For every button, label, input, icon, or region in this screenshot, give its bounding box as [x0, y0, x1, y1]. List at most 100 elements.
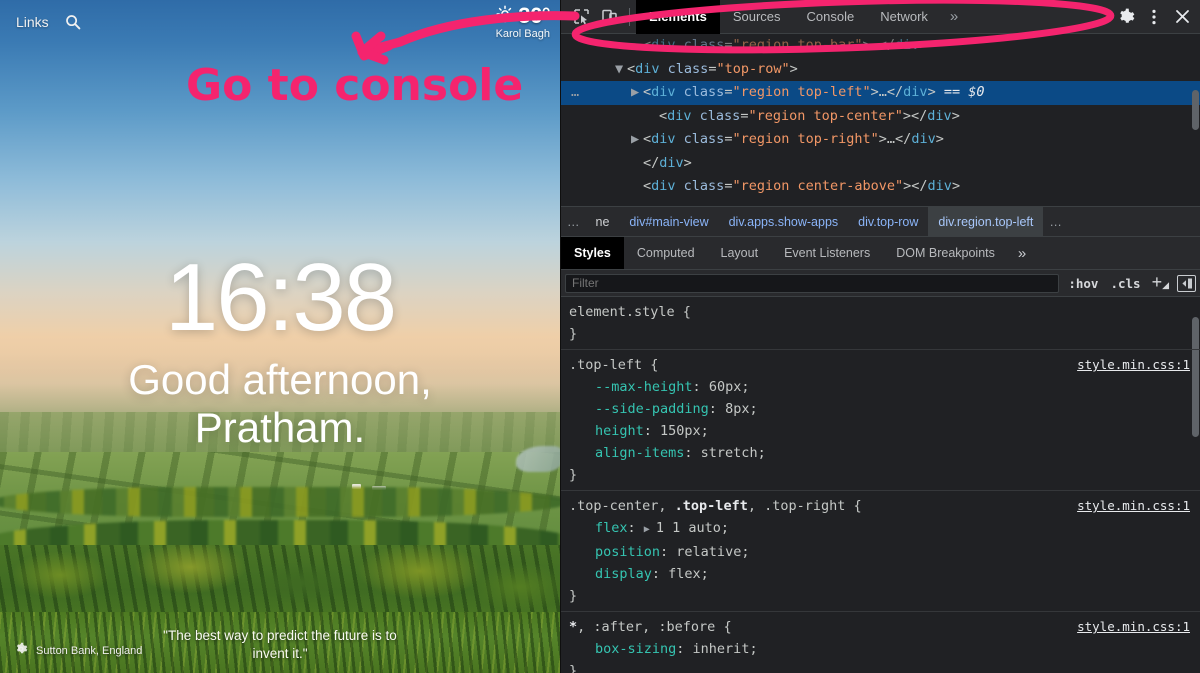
more-tabs-icon[interactable]: » [941, 8, 967, 25]
css-declaration[interactable]: --max-height: 60px; [569, 376, 1200, 398]
plus-icon[interactable]: +◢ [1150, 273, 1171, 292]
css-declaration[interactable]: display: flex; [569, 563, 1200, 585]
device-toolbar-icon[interactable] [595, 3, 623, 31]
tab-console[interactable]: Console [794, 0, 868, 34]
photo-credit[interactable]: Sutton Bank, England [14, 642, 142, 659]
css-property-value[interactable]: flex; [668, 566, 709, 582]
css-rule[interactable]: *, :after, :before {style.min.css:1 box-s… [561, 612, 1200, 673]
styles-pane[interactable]: element.style {} .top-left {style.min.css… [561, 297, 1200, 673]
css-rule[interactable]: element.style {} [561, 297, 1200, 350]
dom-token: == $0 [935, 84, 985, 100]
dom-token: div [927, 107, 952, 124]
gear-icon[interactable] [14, 642, 28, 659]
css-declaration[interactable]: align-items: stretch; [569, 442, 1200, 464]
kebab-menu-icon[interactable] [1140, 3, 1168, 31]
dom-node-row[interactable]: <div class="region center-above"></div> [561, 175, 1200, 199]
clock: 16:38 [164, 244, 397, 351]
breadcrumb-item[interactable]: ne [586, 207, 620, 236]
css-source-link[interactable]: style.min.css:1 [1077, 495, 1190, 517]
filter-input[interactable] [565, 273, 1060, 293]
css-rule-close-brace: } [569, 588, 578, 604]
breadcrumb-item[interactable]: … [561, 207, 586, 236]
css-selector-text: .top-center, .top-left, .top-right { [569, 498, 862, 514]
tab-dom-breakpoints[interactable]: DOM Breakpoints [883, 237, 1008, 269]
css-selector[interactable]: element.style { [569, 301, 1200, 323]
hedgerow-upper [0, 487, 560, 517]
css-property-value[interactable]: 8px; [725, 401, 758, 417]
tab-event-listeners[interactable]: Event Listeners [771, 237, 883, 269]
dom-node-row[interactable]: ▶ <div class="region top-right">…</div> [561, 128, 1200, 152]
search-icon[interactable] [65, 14, 81, 30]
dom-node-row[interactable]: … ▶ <div class="region top-left">…</div> =… [561, 81, 1200, 105]
css-property-value[interactable]: relative; [676, 544, 749, 560]
dom-node-row[interactable]: </div> [561, 152, 1200, 176]
tab-styles[interactable]: Styles [561, 237, 624, 269]
disclosure-triangle-icon[interactable]: ▶ [631, 81, 643, 105]
dom-node-row[interactable]: ▼ <div class="top-row"> [561, 58, 1200, 82]
tab-sources[interactable]: Sources [720, 0, 794, 34]
css-property-value[interactable]: 1 1 auto; [656, 520, 729, 536]
tab-computed[interactable]: Computed [624, 237, 708, 269]
css-property-value[interactable]: stretch; [701, 445, 766, 461]
css-source-link[interactable]: style.min.css:1 [1077, 354, 1190, 376]
dom-token: "top-row" [716, 60, 790, 77]
gear-icon[interactable] [1112, 3, 1140, 31]
dom-token: < [643, 37, 652, 53]
expand-value-icon[interactable]: ▶ [644, 524, 656, 535]
css-rule[interactable]: .top-left {style.min.css:1 --max-height: … [561, 350, 1200, 491]
styles-sidebar-tabs: Styles Computed Layout Event Listeners D… [561, 237, 1200, 270]
more-sidebar-tabs-icon[interactable]: » [1008, 237, 1036, 269]
css-source-link[interactable]: style.min.css:1 [1077, 616, 1190, 638]
breadcrumb[interactable]: … ne div#main-view div.apps.show-apps div.to… [561, 206, 1200, 237]
dom-node-row[interactable]: <div class="region top-bar">…</div> [561, 34, 1200, 58]
cls-button[interactable]: .cls [1107, 276, 1143, 291]
disclosure-triangle-icon[interactable]: ▶ [631, 128, 643, 152]
disclosure-triangle-icon[interactable]: ▼ [615, 58, 627, 82]
devtools-panel: Elements Sources Console Network » <div … [560, 0, 1200, 673]
dom-token: > [919, 37, 928, 53]
breadcrumb-item[interactable]: div.apps.show-apps [719, 207, 849, 236]
css-property-value[interactable]: 150px; [660, 423, 709, 439]
breadcrumb-item[interactable]: … [1043, 207, 1068, 236]
close-icon[interactable] [1168, 3, 1196, 31]
tab-elements[interactable]: Elements [636, 0, 720, 34]
css-property-value[interactable]: 60px; [709, 379, 750, 395]
css-property-name[interactable]: flex [595, 520, 628, 536]
greeting: Good afternoon, Pratham. [0, 356, 560, 452]
breadcrumb-item[interactable]: div#main-view [619, 207, 718, 236]
css-declaration[interactable]: position: relative; [569, 541, 1200, 563]
css-declaration[interactable]: flex: ▶ 1 1 auto; [569, 517, 1200, 541]
breadcrumb-item[interactable]: div.top-row [848, 207, 928, 236]
css-property-name[interactable]: --max-height [595, 379, 693, 395]
css-rule-close-brace: } [569, 467, 578, 483]
dom-token: > [951, 178, 961, 194]
dom-token: </ [911, 107, 928, 124]
hov-button[interactable]: :hov [1065, 276, 1101, 291]
dom-token: … [886, 131, 896, 147]
greeting-line-1: Good afternoon, [128, 356, 432, 403]
tab-network[interactable]: Network [867, 0, 941, 34]
css-property-name[interactable]: position [595, 544, 660, 560]
tab-layout[interactable]: Layout [708, 237, 772, 269]
toggle-sidebar-icon[interactable] [1177, 274, 1196, 292]
css-property-value[interactable]: inherit; [693, 641, 758, 657]
dom-node-row[interactable]: <div class="region top-center"></div> [561, 105, 1200, 129]
css-rule[interactable]: .top-center, .top-left, .top-right { styl… [561, 491, 1200, 612]
dom-tree[interactable]: <div class="region top-bar">…</div> ▼ <div… [561, 34, 1200, 206]
css-property-name[interactable]: --side-padding [595, 401, 709, 417]
css-property-name[interactable]: align-items [595, 445, 684, 461]
links-button[interactable]: Links [16, 14, 49, 30]
css-property-name[interactable]: box-sizing [595, 641, 676, 657]
dom-row-gutter: … [571, 84, 580, 100]
dom-tree-scrollbar[interactable] [1192, 90, 1199, 130]
css-property-name[interactable]: display [595, 566, 652, 582]
breadcrumb-item[interactable]: div.region.top-left [928, 207, 1044, 236]
weather-widget[interactable]: 36° Karol Bagh [496, 4, 551, 41]
css-declaration[interactable]: box-sizing: inherit; [569, 638, 1200, 660]
css-declaration[interactable]: --side-padding: 8px; [569, 398, 1200, 420]
annotation-label: Go to console [186, 60, 524, 111]
css-property-name[interactable]: height [595, 423, 644, 439]
dom-token: < [643, 131, 652, 147]
css-declaration[interactable]: height: 150px; [569, 420, 1200, 442]
inspect-element-icon[interactable] [567, 3, 595, 31]
